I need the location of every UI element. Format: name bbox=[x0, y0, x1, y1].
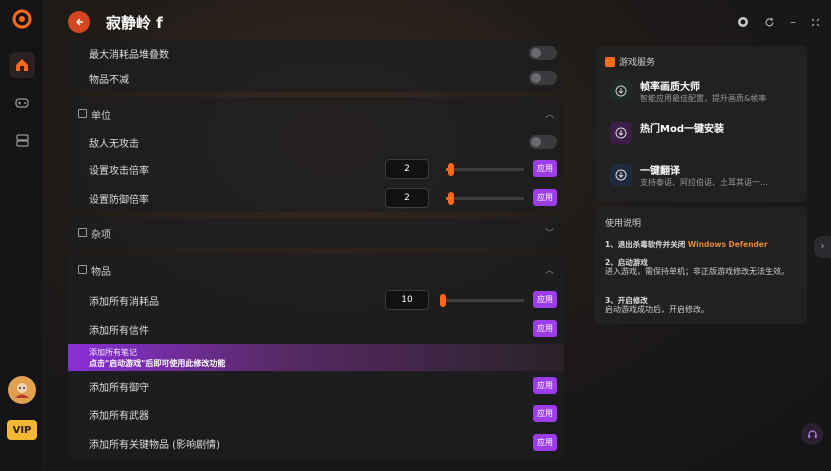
sidebar: VIP bbox=[0, 0, 44, 471]
option-row: 添加所有关键物品 (影响剧情) 应用 bbox=[68, 428, 564, 458]
value-input[interactable]: 2 bbox=[385, 188, 429, 208]
option-label: 物品不减 bbox=[89, 75, 129, 86]
support-headset-icon[interactable] bbox=[801, 423, 823, 445]
toggle-switch[interactable] bbox=[529, 46, 557, 60]
option-row: 添加所有武器 应用 bbox=[68, 399, 564, 429]
section-icon bbox=[78, 228, 87, 237]
usage-step-1-highlight: Windows Defender bbox=[687, 240, 768, 249]
download-icon bbox=[610, 80, 632, 102]
usage-step-1: 1、退出杀毒软件并关闭 Windows Defender bbox=[605, 239, 768, 250]
option-label: 添加所有消耗品 bbox=[89, 297, 159, 308]
slider-handle[interactable] bbox=[440, 294, 446, 307]
section-header-unit[interactable]: 单位 ︿ bbox=[68, 99, 564, 129]
toggle-switch[interactable] bbox=[529, 71, 557, 85]
section-header-misc[interactable]: 杂项 ﹀ bbox=[68, 218, 564, 248]
section-header-items[interactable]: 物品 ︿ bbox=[68, 255, 564, 285]
section-title: 杂项 bbox=[91, 230, 111, 241]
service-description: 智能应用最佳配置，提升画质&帧率 bbox=[640, 94, 767, 103]
section-icon bbox=[78, 109, 87, 118]
misc-section: 杂项 ﹀ bbox=[68, 218, 564, 248]
home-icon[interactable] bbox=[9, 52, 35, 78]
services-title: 游戏服务 bbox=[619, 58, 656, 68]
usage-title: 使用说明 bbox=[605, 219, 642, 229]
game-services-card: 游戏服务 帧率画质大师 智能应用最佳配置，提升画质&帧率 热门Mod一键安装 一… bbox=[595, 46, 807, 202]
apply-button[interactable]: 应用 bbox=[533, 160, 557, 177]
service-item-translate[interactable]: 一键翻译 支持泰语、阿拉伯语、土耳其语一... bbox=[605, 160, 801, 194]
back-button[interactable] bbox=[68, 11, 90, 33]
service-title: 一键翻译 bbox=[640, 166, 680, 177]
apply-button[interactable]: 应用 bbox=[533, 434, 557, 451]
service-title: 热门Mod一键安装 bbox=[640, 124, 724, 135]
avatar[interactable] bbox=[8, 376, 36, 404]
option-label: 添加所有关键物品 (影响剧情) bbox=[89, 440, 220, 451]
value-slider[interactable] bbox=[446, 163, 524, 176]
record-icon[interactable] bbox=[734, 13, 752, 31]
gift-icon bbox=[605, 56, 615, 67]
apply-button[interactable]: 应用 bbox=[533, 405, 557, 422]
app-logo-icon bbox=[9, 6, 35, 32]
value-input[interactable]: 2 bbox=[385, 159, 429, 179]
chevron-down-icon[interactable]: ﹀ bbox=[545, 226, 554, 239]
option-row: 添加所有信件 应用 bbox=[68, 314, 564, 344]
chevron-up-icon[interactable]: ︿ bbox=[545, 107, 554, 120]
page-title: 寂静岭 f bbox=[106, 14, 163, 32]
section-icon bbox=[78, 265, 87, 274]
notice-message: 点击"启动游戏"后即可使用此修改功能 bbox=[89, 359, 226, 368]
unit-section: 单位 ︿ 敌人无攻击 设置攻击倍率 2 应用 设置防御倍率 2 应用 bbox=[68, 97, 564, 212]
option-label: 设置攻击倍率 bbox=[89, 166, 149, 177]
refresh-icon[interactable] bbox=[760, 13, 778, 31]
option-row: 敌人无攻击 bbox=[68, 127, 564, 157]
toggle-switch[interactable] bbox=[529, 135, 557, 149]
services-header: 游戏服务 bbox=[605, 55, 655, 68]
expand-panel-button[interactable]: › bbox=[814, 236, 831, 258]
service-item-fps-master[interactable]: 帧率画质大师 智能应用最佳配置，提升画质&帧率 bbox=[605, 76, 801, 110]
option-row: 设置攻击倍率 2 应用 bbox=[68, 154, 564, 184]
apply-button[interactable]: 应用 bbox=[533, 291, 557, 308]
value-input[interactable]: 10 bbox=[385, 290, 429, 310]
option-row: 设置防御倍率 2 应用 bbox=[68, 183, 564, 213]
launch-notice-banner: 添加所有笔记 点击"启动游戏"后即可使用此修改功能 bbox=[68, 344, 564, 371]
close-icon[interactable] bbox=[806, 13, 824, 31]
option-label: 添加所有信件 bbox=[89, 326, 149, 337]
option-label: 最大消耗品堆叠数 bbox=[89, 50, 169, 61]
minimize-icon[interactable]: – bbox=[784, 13, 802, 31]
notice-item-label: 添加所有笔记 bbox=[89, 348, 137, 357]
gamepad-icon[interactable] bbox=[9, 90, 35, 116]
apply-button[interactable]: 应用 bbox=[533, 189, 557, 206]
option-label: 设置防御倍率 bbox=[89, 195, 149, 206]
chevron-up-icon[interactable]: ︿ bbox=[545, 263, 554, 276]
value-slider[interactable] bbox=[446, 192, 524, 205]
option-row: 添加所有消耗品 10 应用 bbox=[68, 285, 564, 315]
option-label: 敌人无攻击 bbox=[89, 139, 139, 150]
service-title: 帧率画质大师 bbox=[640, 82, 700, 93]
option-row: 添加所有御守 应用 bbox=[68, 371, 564, 401]
slider-handle[interactable] bbox=[448, 163, 455, 176]
value-slider[interactable] bbox=[440, 294, 524, 307]
service-description: 支持泰语、阿拉伯语、土耳其语一... bbox=[640, 178, 768, 187]
usage-instructions-card: 使用说明 1、退出杀毒软件并关闭 Windows Defender 2、启动游戏… bbox=[595, 207, 807, 324]
slider-handle[interactable] bbox=[448, 192, 455, 205]
section-title: 物品 bbox=[91, 267, 111, 278]
usage-step-1-text: 1、退出杀毒软件并关闭 bbox=[605, 240, 686, 249]
option-label: 添加所有武器 bbox=[89, 411, 149, 422]
vip-badge[interactable]: VIP bbox=[7, 420, 37, 440]
storage-icon[interactable] bbox=[9, 127, 35, 153]
option-label: 添加所有御守 bbox=[89, 383, 149, 394]
option-row: 物品不减 bbox=[68, 63, 564, 93]
usage-step-2-body: 进入游戏，需保持单机；非正版游戏修改无法生效。 bbox=[605, 267, 789, 276]
usage-step-3-body: 启动游戏成功后，开启修改。 bbox=[605, 305, 709, 314]
section-title: 单位 bbox=[91, 111, 111, 122]
download-icon bbox=[610, 164, 632, 186]
download-icon bbox=[610, 122, 632, 144]
service-item-mod-install[interactable]: 热门Mod一键安装 bbox=[605, 118, 801, 152]
apply-button[interactable]: 应用 bbox=[533, 320, 557, 337]
apply-button[interactable]: 应用 bbox=[533, 377, 557, 394]
top-options-panel: 最大消耗品堆叠数 物品不减 bbox=[68, 40, 564, 92]
